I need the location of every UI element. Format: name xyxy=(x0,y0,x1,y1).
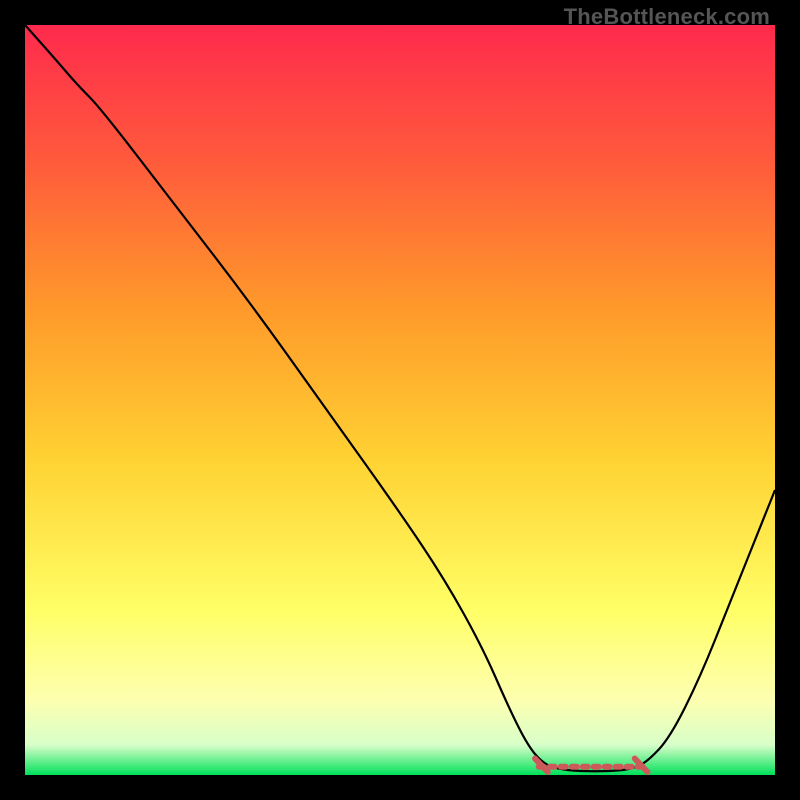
chart-frame xyxy=(25,25,775,775)
bottleneck-chart xyxy=(25,25,775,775)
watermark-text: TheBottleneck.com xyxy=(564,4,770,30)
gradient-background xyxy=(25,25,775,775)
